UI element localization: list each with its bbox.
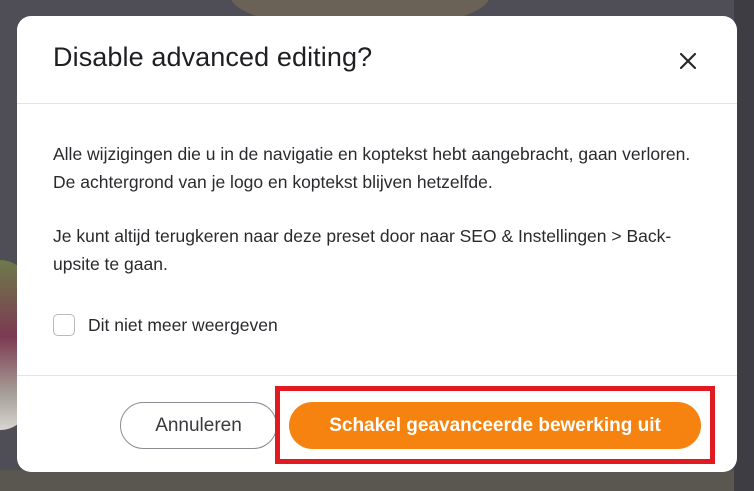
dont-show-again-label: Dit niet meer weergeven <box>88 314 278 335</box>
dialog-title: Disable advanced editing? <box>53 42 373 72</box>
dialog-message: Alle wijzigingen die u in de navigatie e… <box>53 144 691 192</box>
disable-advanced-editing-button[interactable]: Schakel geavanceerde bewerking uit <box>289 402 701 449</box>
disable-advanced-editing-dialog: Disable advanced editing? Alle wijziging… <box>17 16 737 472</box>
close-icon <box>679 52 697 70</box>
dont-show-again-option[interactable]: Dit niet meer weergeven <box>53 314 278 336</box>
dialog-footer: Annuleren Schakel geavanceerde bewerking… <box>17 375 737 472</box>
close-button[interactable] <box>673 46 703 76</box>
dont-show-again-checkbox[interactable] <box>53 314 75 336</box>
dialog-body: Alle wijzigingen die u in de navigatie e… <box>53 140 703 278</box>
background-edge <box>734 0 754 491</box>
cancel-button[interactable]: Annuleren <box>120 402 277 449</box>
background-table <box>0 470 754 491</box>
dialog-hint: Je kunt altijd terugkeren naar deze pres… <box>53 226 672 274</box>
dialog-header: Disable advanced editing? <box>17 16 737 104</box>
